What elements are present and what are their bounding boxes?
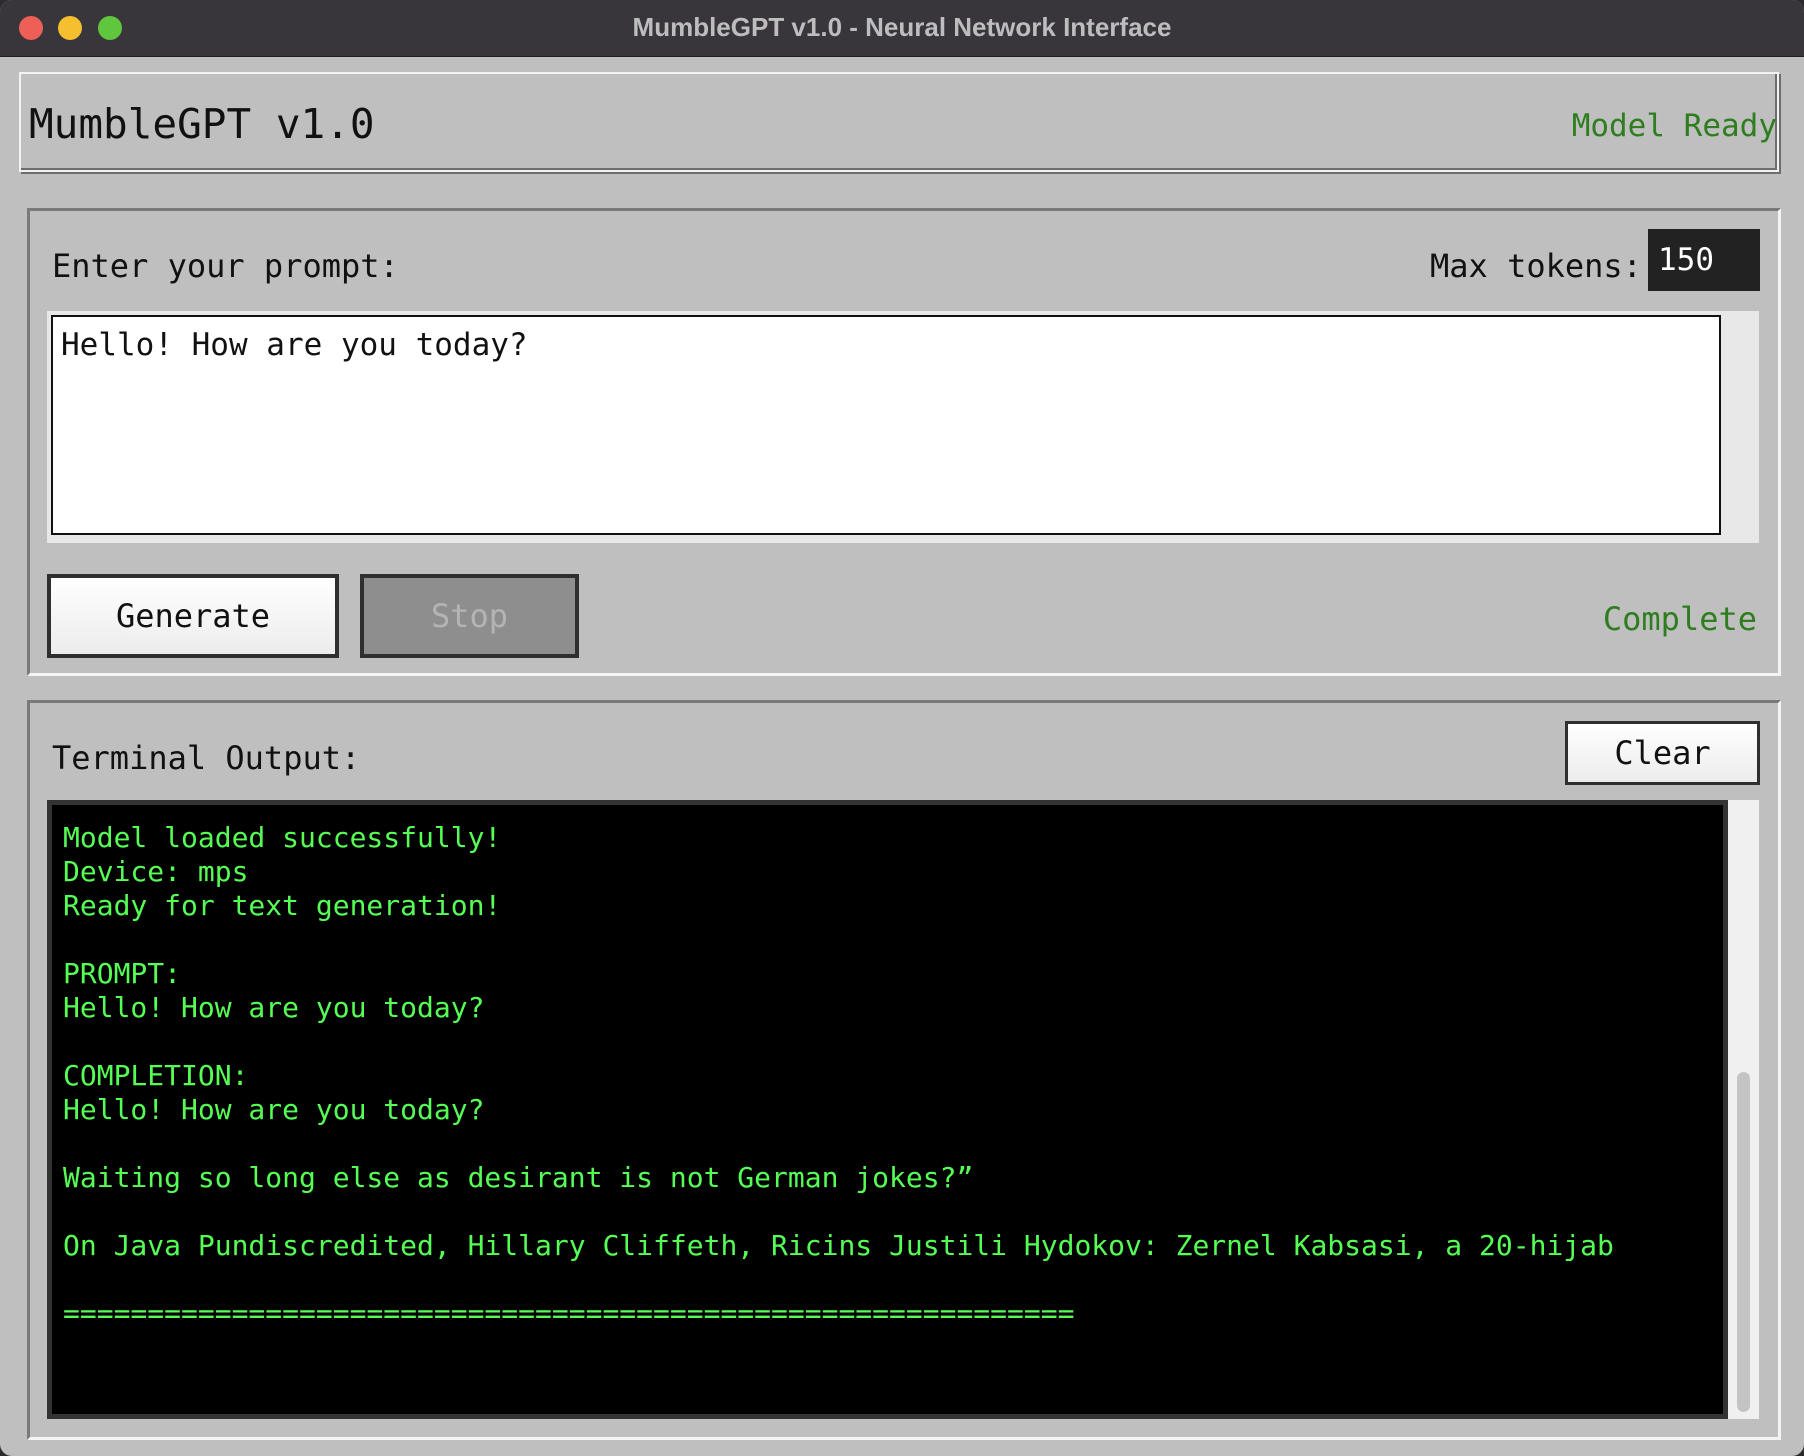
prompt-panel: Enter your prompt: Max tokens: Hello! Ho… (27, 208, 1781, 676)
max-tokens-input[interactable] (1648, 229, 1760, 291)
model-status: Model Ready (1571, 108, 1777, 144)
terminal-line: Hello! How are you today? (63, 991, 485, 1024)
terminal-line: COMPLETION: (63, 1059, 249, 1092)
terminal-line: Waiting so long else as desirant is not … (63, 1161, 974, 1194)
stop-button[interactable]: Stop (360, 574, 579, 658)
terminal-container: Model loaded successfully! Device: mps Rea… (47, 800, 1759, 1419)
terminal-line: Hello! How are you today? (63, 1093, 485, 1126)
app-title: MumbleGPT v1.0 (29, 100, 375, 148)
title-bar[interactable]: MumbleGPT v1.0 - Neural Network Interfac… (0, 0, 1804, 57)
max-tokens-label: Max tokens: (1430, 247, 1642, 285)
app-window: MumbleGPT v1.0 - Neural Network Interfac… (0, 0, 1804, 1456)
terminal-output-label: Terminal Output: (52, 739, 361, 777)
terminal-line: On Java Pundiscredited, Hillary Cliffeth… (63, 1229, 1614, 1262)
terminal-line: Device: mps (63, 855, 249, 888)
generation-status: Complete (1602, 600, 1757, 638)
terminal-line: Ready for text generation! (63, 889, 502, 922)
terminal-line: PROMPT: (63, 957, 182, 990)
scrollbar-thumb[interactable] (1737, 1072, 1750, 1412)
prompt-textarea-container: Hello! How are you today? (47, 311, 1759, 543)
prompt-label: Enter your prompt: (52, 247, 399, 285)
app-header: MumbleGPT v1.0 Model Ready (19, 72, 1779, 172)
clear-button[interactable]: Clear (1565, 721, 1760, 785)
generate-button[interactable]: Generate (47, 574, 339, 658)
terminal-output[interactable]: Model loaded successfully! Device: mps Rea… (47, 800, 1728, 1419)
terminal-line: ========================================… (63, 1297, 1075, 1330)
prompt-textarea[interactable]: Hello! How are you today? (51, 315, 1721, 535)
window-title: MumbleGPT v1.0 - Neural Network Interfac… (632, 12, 1172, 42)
output-panel: Terminal Output: Clear Model loaded succ… (27, 700, 1781, 1440)
terminal-scrollbar[interactable] (1728, 800, 1759, 1419)
terminal-line: Model loaded successfully! (63, 821, 502, 854)
